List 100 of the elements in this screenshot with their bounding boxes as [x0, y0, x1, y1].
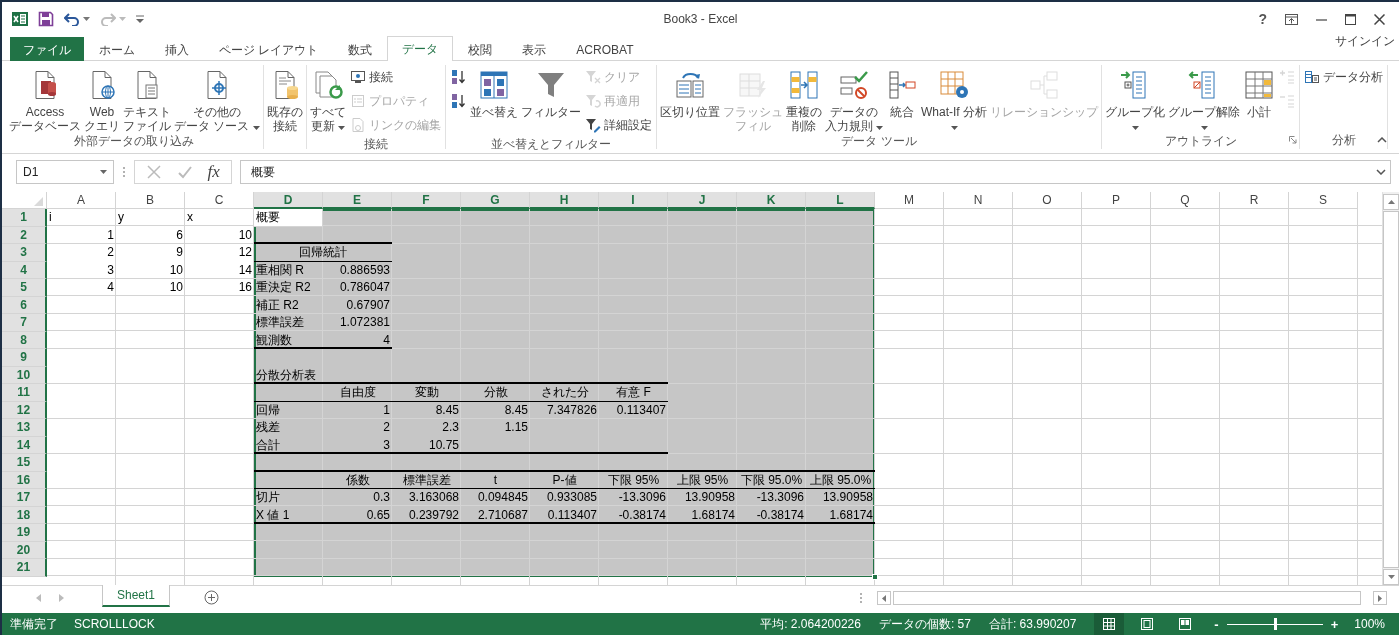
column-header[interactable]: R [1220, 192, 1289, 209]
ribbon-button[interactable]: 並べ替え [468, 65, 519, 119]
ribbon-display-icon[interactable] [1285, 13, 1298, 25]
ribbon-tab[interactable]: ページ レイアウト [204, 37, 334, 61]
ribbon-button[interactable]: グループ化 [1104, 65, 1167, 133]
ribbon-button[interactable]: データの 入力規則 [823, 65, 884, 133]
row-header[interactable]: 15 [2, 454, 47, 472]
scrollbar-thumb[interactable] [893, 591, 1361, 605]
ribbon-button[interactable]: フィルター [519, 65, 582, 119]
ribbon-button[interactable]: 小計 [1242, 65, 1277, 119]
ribbon-tab[interactable]: 挿入 [150, 37, 204, 61]
column-header[interactable]: M [875, 192, 944, 209]
ribbon-tab[interactable]: ホーム [84, 37, 150, 61]
column-header[interactable]: L [806, 192, 875, 209]
up-arrow-icon [1387, 200, 1395, 204]
column-header[interactable]: A [47, 192, 116, 209]
scroll-right-button[interactable] [1373, 591, 1387, 605]
ribbon-button[interactable]: テキスト ファイル [122, 65, 172, 133]
scroll-down-button[interactable] [1383, 569, 1399, 585]
slider-thumb[interactable] [1273, 618, 1277, 630]
column-header[interactable]: N [944, 192, 1013, 209]
close-icon[interactable] [1374, 13, 1385, 25]
table-cell-text: 0.933085 [545, 489, 598, 507]
group-label: 並べ替えとフィルター [490, 136, 611, 153]
ribbon-button[interactable]: データ分析 [1302, 66, 1386, 88]
column-header[interactable]: S [1289, 192, 1358, 209]
scroll-left-button[interactable] [877, 591, 891, 605]
ribbon-tab[interactable]: ACROBAT [561, 37, 649, 61]
row-header[interactable]: 5 [2, 279, 47, 297]
column-header[interactable]: I [599, 192, 668, 209]
column-header[interactable]: D [254, 192, 323, 209]
column-header[interactable]: G [461, 192, 530, 209]
table-cell-text: P-値 [551, 471, 578, 489]
row-header[interactable]: 9 [2, 349, 47, 367]
fill-handle[interactable] [872, 573, 878, 580]
insert-function-button[interactable]: fx [207, 162, 220, 182]
undo-button[interactable] [64, 12, 90, 26]
dialog-launcher-icon[interactable] [1289, 136, 1298, 144]
ribbon-tab[interactable]: 表示 [507, 37, 562, 61]
collapse-ribbon-icon[interactable] [1377, 137, 1387, 143]
ribbon-button[interactable]: 詳細設定 [582, 114, 654, 136]
column-header[interactable]: O [1013, 192, 1082, 209]
add-sheet-icon[interactable] [204, 590, 220, 605]
caret-icon [876, 126, 883, 130]
column-header[interactable]: E [323, 192, 392, 209]
row-header[interactable]: 21 [2, 559, 47, 577]
column-header[interactable]: K [737, 192, 806, 209]
row-header[interactable]: 11 [2, 384, 47, 402]
row-header[interactable]: 17 [2, 489, 47, 507]
sheet-tab[interactable]: Sheet1 [102, 585, 171, 607]
table-cell-text: 重決定 R2 [255, 279, 312, 297]
column-header[interactable]: H [530, 192, 599, 209]
row-header[interactable]: 19 [2, 524, 47, 542]
table-cell-text: 切片 [255, 489, 281, 507]
ribbon-button[interactable]: グループ解除 [1167, 65, 1242, 133]
table-cell-text: X 値 1 [255, 506, 291, 524]
ribbon-button[interactable]: 区切り位置 [658, 65, 721, 119]
column-header[interactable]: B [116, 192, 185, 209]
table-cell-text: 13.90958 [683, 489, 736, 507]
row-header[interactable]: 3 [2, 244, 47, 262]
row-header[interactable]: 13 [2, 419, 47, 437]
view-button[interactable] [1094, 613, 1125, 635]
column-header[interactable]: J [668, 192, 737, 209]
caret-icon[interactable] [1376, 169, 1386, 175]
ribbon-tab[interactable]: データ [387, 36, 454, 61]
ribbon-button[interactable]: Access データベース [8, 65, 82, 133]
maximize-icon[interactable] [1345, 13, 1356, 25]
table-cell-text: 1 [106, 226, 115, 244]
scroll-up-button[interactable] [1383, 194, 1399, 210]
monitor-icon [349, 69, 366, 85]
ribbon-button[interactable]: その他の データ ソース [173, 65, 261, 133]
row-header[interactable]: 7 [2, 314, 47, 332]
ribbon-button[interactable]: 既存の 接続 [265, 65, 304, 133]
customize-button[interactable] [136, 15, 144, 23]
ribbon-button[interactable]: 重複の 削除 [784, 65, 823, 133]
group-label: アウトライン [1164, 133, 1237, 150]
zoom-in-button[interactable]: + [1324, 616, 1345, 632]
formula-field[interactable]: 概要 [240, 160, 1391, 184]
status-text: SCROLLLOCK [74, 617, 155, 631]
zoom-out-button[interactable]: - [1208, 616, 1225, 632]
ribbon-tab[interactable]: 校閲 [453, 37, 508, 61]
column-header[interactable]: C [185, 192, 254, 209]
ribbon-button[interactable]: 統合 [885, 65, 919, 119]
ribbon-button[interactable]: すべて 更新 [308, 65, 347, 133]
column-header[interactable]: Q [1151, 192, 1220, 209]
sign-in-link[interactable]: サインイン [1335, 32, 1399, 50]
column-header[interactable]: P [1082, 192, 1151, 209]
group-label: データ ツール [841, 133, 917, 150]
save-icon[interactable] [38, 11, 54, 27]
help-button[interactable]: ? [1258, 11, 1267, 27]
scrollbar-thumb[interactable] [1383, 211, 1399, 568]
ribbon-tab[interactable]: 数式 [333, 37, 388, 61]
ribbon-tab[interactable]: ファイル [10, 37, 84, 61]
column-header[interactable]: F [392, 192, 461, 209]
row-header[interactable]: 1 [2, 209, 47, 227]
ribbon-button[interactable]: 接続 [347, 66, 443, 88]
ribbon-button[interactable]: Web クエリ [83, 65, 121, 133]
name-box[interactable]: D1 [16, 160, 114, 184]
ribbon-button[interactable]: What-If 分析 [920, 65, 989, 133]
table-cell-text: -0.38174 [617, 506, 667, 524]
